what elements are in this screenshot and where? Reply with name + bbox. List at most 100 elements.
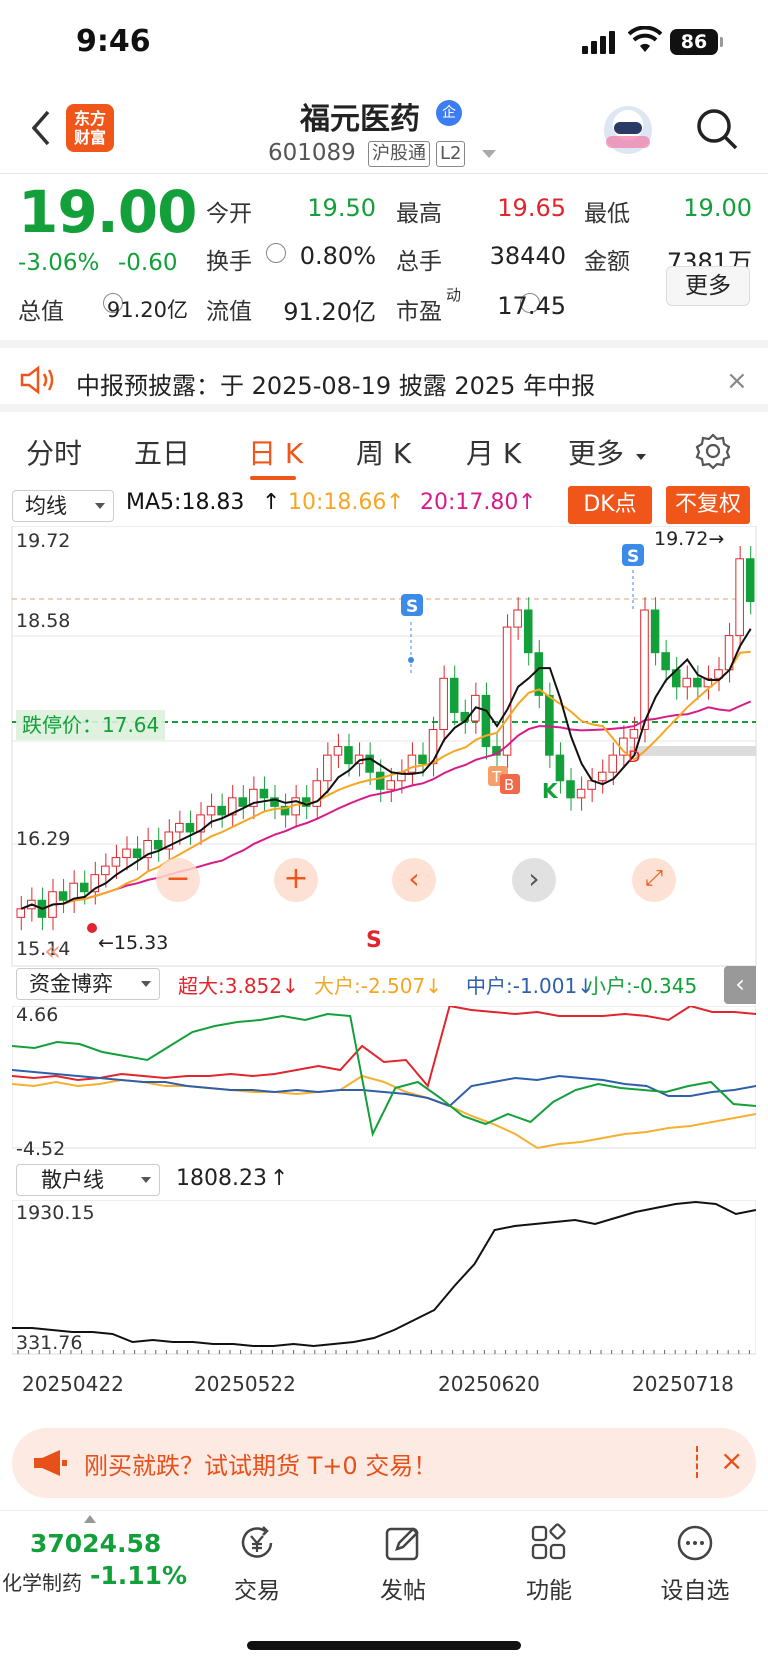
indicator-select[interactable]: 均线 bbox=[12, 490, 114, 522]
last-price: 19.00 bbox=[18, 178, 197, 246]
date-label: 20250620 bbox=[438, 1372, 540, 1396]
close-icon[interactable]: × bbox=[720, 1444, 743, 1477]
nav-trade[interactable]: 交易 bbox=[212, 1511, 302, 1611]
more-dots-icon[interactable] bbox=[266, 242, 286, 263]
double-chevron-left-icon[interactable]: « bbox=[44, 934, 61, 967]
adjust-button[interactable]: 不复权 bbox=[666, 486, 750, 524]
k-signal-marker: K bbox=[542, 779, 559, 803]
high-price-marker: 19.72→ bbox=[654, 528, 725, 550]
candle-body bbox=[175, 822, 184, 833]
svg-text:B: B bbox=[504, 776, 514, 794]
large-label: 大户:-2.507↓ bbox=[314, 974, 442, 998]
futures-promo-banner[interactable]: 刚买就跌？试试期货 T+0 交易！ × bbox=[12, 1428, 756, 1498]
float-cap-value: 91.20亿 bbox=[283, 298, 376, 326]
hk-connect-tag: 沪股通 bbox=[368, 141, 430, 167]
candlestick-chart[interactable]: S S T B K D bbox=[0, 526, 768, 976]
kline-chart-area[interactable]: 均线 MA5:18.83 ↑ 10:18.66 ↑ 20:17.80 ↑ DK点… bbox=[0, 486, 768, 1416]
candle-body bbox=[576, 788, 586, 799]
d-signal-marker: D bbox=[628, 747, 640, 766]
fullscreen-icon[interactable]: ⤢ bbox=[632, 858, 676, 902]
back-arrow-icon[interactable] bbox=[22, 106, 62, 150]
candle-body bbox=[640, 609, 649, 731]
stock-code: 601089 bbox=[268, 140, 356, 166]
tab-five-day[interactable]: 五日 bbox=[134, 432, 190, 472]
retail-indicator-select[interactable]: 散户线 bbox=[16, 1164, 160, 1196]
collapse-panel-icon[interactable]: ‹ bbox=[724, 966, 756, 1004]
retail-up-arrow: ↑ bbox=[270, 1166, 289, 1191]
trade-yen-icon bbox=[241, 1526, 273, 1558]
svg-text:S: S bbox=[406, 597, 418, 617]
promo-text: 刚买就跌？试试期货 T+0 交易！ bbox=[84, 1452, 438, 1480]
high-value: 19.65 bbox=[497, 194, 566, 222]
ai-assistant-robot-icon[interactable] bbox=[604, 106, 652, 154]
sector-change[interactable]: -1.11% bbox=[90, 1561, 187, 1590]
volume-value: 38440 bbox=[489, 242, 566, 270]
tab-monthly-k[interactable]: 月 K bbox=[466, 432, 521, 472]
logo-line1: 东方 bbox=[73, 109, 106, 128]
low-price-marker: ←15.33 bbox=[98, 932, 169, 954]
nav-functions[interactable]: 功能 bbox=[504, 1511, 594, 1611]
candle-body bbox=[153, 840, 163, 850]
tab-daily-k[interactable]: 日 K bbox=[248, 432, 303, 472]
sector-name[interactable]: 化学制药 bbox=[2, 1567, 82, 1596]
candle-body bbox=[344, 746, 353, 765]
date-label: 20250422 bbox=[22, 1372, 124, 1396]
speaker-icon bbox=[20, 365, 54, 395]
sector-index-value[interactable]: 37024.58 bbox=[30, 1529, 161, 1558]
gear-icon[interactable] bbox=[694, 432, 732, 470]
edit-post-icon bbox=[385, 1527, 419, 1561]
candle-body bbox=[566, 780, 575, 799]
zoom-out-button[interactable]: − bbox=[156, 858, 200, 902]
tab-weekly-k[interactable]: 周 K bbox=[356, 432, 411, 472]
zoom-in-button[interactable]: + bbox=[274, 858, 318, 902]
retail-line-chart[interactable] bbox=[12, 1200, 756, 1356]
candle-body bbox=[597, 771, 607, 782]
tab-intraday[interactable]: 分时 bbox=[26, 432, 82, 472]
medium-label: 中户:-1.001↓ bbox=[466, 974, 594, 998]
super-large-label: 超大:3.852↓ bbox=[178, 974, 299, 998]
low-value: 19.00 bbox=[683, 194, 752, 222]
limit-down-label: 跌停价：17.64 bbox=[16, 710, 166, 740]
chevron-down-icon[interactable] bbox=[482, 150, 496, 158]
ma20-up-arrow: ↑ bbox=[518, 490, 537, 515]
dk-point-button[interactable]: DK点 bbox=[568, 486, 652, 524]
date-label: 20250718 bbox=[632, 1372, 734, 1396]
open-value: 19.50 bbox=[307, 194, 376, 222]
wifi-icon bbox=[628, 26, 662, 52]
candle-body bbox=[122, 848, 131, 859]
more-circle-icon bbox=[677, 1525, 713, 1561]
eastmoney-logo[interactable]: 东方 财富 bbox=[66, 104, 114, 152]
announcement-banner[interactable]: 中报预披露：于 2025-08-19 披露 2025 年中报 × bbox=[0, 340, 768, 412]
market-cap-label: 总值 bbox=[18, 299, 64, 325]
candle-body bbox=[323, 754, 332, 782]
fund-flow-chart[interactable] bbox=[12, 1006, 756, 1156]
scroll-right-button[interactable]: › bbox=[512, 858, 556, 902]
close-icon[interactable]: × bbox=[726, 366, 748, 396]
y-axis-mid2: 16.29 bbox=[16, 828, 71, 850]
more-button[interactable]: 更多 bbox=[666, 266, 750, 306]
nav-post-label: 发帖 bbox=[380, 1578, 426, 1604]
fund-indicator-select[interactable]: 资金博弈 bbox=[16, 968, 160, 1000]
tab-more[interactable]: 更多 bbox=[568, 432, 624, 472]
nav-post[interactable]: 发帖 bbox=[358, 1511, 448, 1611]
nav-add-watchlist[interactable]: 设自选 bbox=[650, 1511, 740, 1611]
pe-value: 17.45 bbox=[497, 292, 566, 320]
candle-body bbox=[608, 754, 618, 773]
status-bar: 9:46 86 bbox=[0, 0, 768, 88]
retail-y-bottom: 331.76 bbox=[16, 1332, 83, 1354]
scroll-left-button[interactable]: ‹ bbox=[392, 858, 436, 902]
ma10-label: 10:18.66 bbox=[288, 490, 387, 515]
candle-body bbox=[16, 908, 26, 918]
period-tabs: 分时 五日 日 K 周 K 月 K 更多 bbox=[0, 412, 768, 486]
market-cap-value: 91.20亿 bbox=[106, 298, 188, 322]
sell-signal-s: S bbox=[366, 928, 382, 953]
chevron-up-icon[interactable] bbox=[84, 1515, 96, 1523]
candle-body bbox=[58, 891, 68, 901]
fund-y-top: 4.66 bbox=[16, 1004, 59, 1026]
change-amount: -0.60 bbox=[118, 250, 178, 276]
candle-body bbox=[418, 754, 427, 765]
candle-body bbox=[745, 558, 755, 602]
candle-body bbox=[513, 609, 522, 628]
megaphone-icon bbox=[34, 1450, 67, 1476]
search-icon[interactable] bbox=[694, 106, 740, 152]
